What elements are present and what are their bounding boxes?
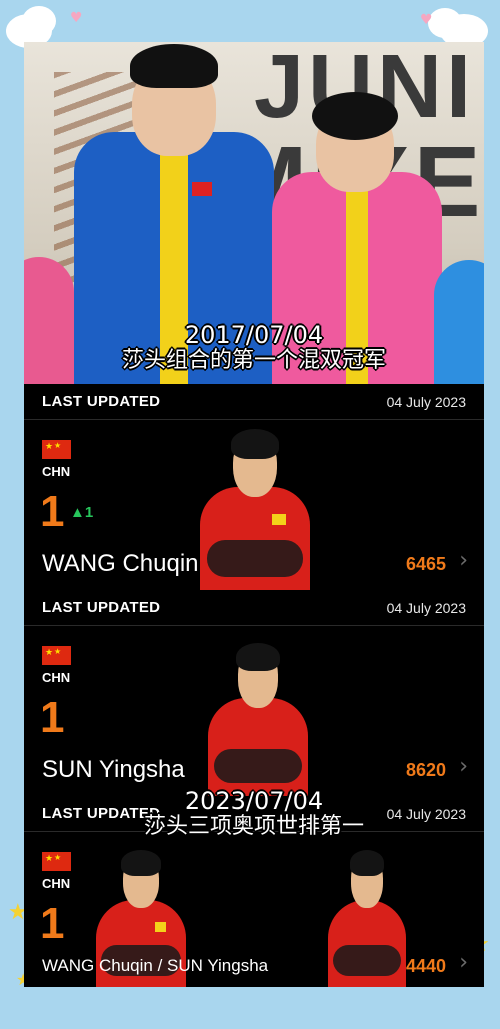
pair-name: WANG Chuqin / SUN Yingsha [42, 956, 269, 975]
last-updated-label: LAST UPDATED [42, 599, 161, 616]
caption-middle-date: 2023/07/04 [184, 787, 324, 815]
china-flag-icon: ★ ★ [42, 646, 71, 665]
china-flag-icon: ★ ★ [42, 852, 71, 871]
country-code: CHN [42, 876, 71, 891]
caption-middle: 2023/07/04 莎头三项奥项世排第一 [24, 788, 484, 840]
heart-icon: ♥ [420, 12, 433, 28]
rank-number: 1 [40, 487, 65, 536]
caption-middle-text: 莎头三项奥项世排第一 [143, 814, 364, 839]
rank-change: ▲1 [70, 504, 94, 521]
player-name: SUN Yingsha [42, 756, 185, 783]
china-flag-icon: ★ ★ [42, 440, 71, 459]
last-updated-bar: LAST UPDATED 04 July 2023 [24, 590, 484, 626]
ranking-card-womens-singles[interactable]: ★ ★ CHN 1 SUN Yingsha 8620 › [24, 626, 484, 796]
cloud-decoration-left-2 [22, 6, 56, 36]
player-photo [200, 424, 310, 590]
ranking-card-mens-singles[interactable]: ★ ★ CHN 1 ▲1 WANG Chuqin 6465 › [24, 420, 484, 590]
last-updated-date: 04 July 2023 [386, 393, 466, 410]
chevron-right-icon[interactable]: › [459, 754, 468, 779]
chevron-right-icon[interactable]: › [459, 950, 468, 975]
caption-top-text: 莎头组合的第一个混双冠军 [121, 348, 386, 373]
rank-number: 1 [40, 693, 65, 742]
last-updated-date: 04 July 2023 [386, 599, 466, 616]
cloud-decoration-right-2 [428, 8, 462, 38]
chevron-right-icon[interactable]: › [459, 548, 468, 573]
country-code: CHN [42, 670, 71, 685]
award-photo: JUNI MIXE 2017/07/04 莎头组合的第一个混双冠军 [24, 42, 484, 384]
country-code: CHN [42, 464, 71, 479]
last-updated-label: LAST UPDATED [42, 393, 161, 410]
player-name: WANG Chuqin [42, 550, 199, 577]
last-updated-bar: LAST UPDATED 04 July 2023 [24, 384, 484, 420]
heart-icon: ♥ [70, 10, 83, 26]
caption-top: 2017/07/04 莎头组合的第一个混双冠军 [24, 322, 484, 374]
ranking-points: 6465 [405, 554, 446, 574]
ranking-points: 8620 [405, 760, 446, 780]
screenshot-content: JUNI MIXE 2017/07/04 莎头组合的第一个混双冠军 LAST U… [24, 42, 484, 987]
player-photo [208, 638, 308, 796]
ranking-card-mixed-doubles[interactable]: ★ ★ CHN 1 WANG Chuqin / SUN Yingsha 4440 … [24, 832, 484, 987]
ranking-points: 4440 [405, 956, 446, 976]
player-photo-right [328, 846, 406, 987]
rank-number: 1 [40, 899, 65, 948]
caption-top-date: 2017/07/04 [184, 321, 324, 349]
